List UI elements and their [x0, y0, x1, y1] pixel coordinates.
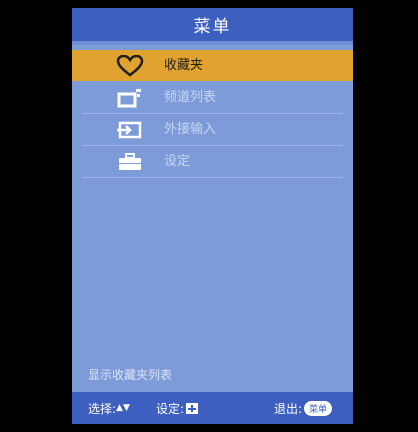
- footer-exit-hint: 退出: 菜单: [274, 392, 333, 424]
- menu-item-external-input[interactable]: 外接输入: [72, 114, 353, 146]
- menu-item-channel-list[interactable]: 频道列表: [72, 82, 353, 114]
- title-divider: [72, 41, 353, 45]
- ok-key-icon: [186, 402, 199, 414]
- menu-item-settings[interactable]: 设定: [72, 146, 353, 178]
- menu-item-label: 外接输入: [164, 122, 217, 137]
- channel-list-icon: [116, 86, 144, 110]
- toolbox-icon: [116, 150, 144, 174]
- select-label: 选择:: [88, 401, 117, 416]
- menu-title-text: 菜单: [193, 17, 232, 37]
- menu-list: 收藏夹 频道列表 外接输入 设定: [72, 50, 353, 178]
- menu-item-label: 设定: [164, 154, 191, 169]
- up-down-arrow-icon: ▲▼: [116, 403, 130, 413]
- footer-select-hint: 选择: ▲▼: [88, 392, 130, 424]
- menu-key-badge: 菜单: [304, 400, 333, 416]
- external-input-icon: [116, 118, 144, 142]
- footer-bar: 选择: ▲▼ 设定: 退出: 菜单: [72, 392, 353, 424]
- menu-item-label: 收藏夹: [164, 58, 204, 73]
- exit-label: 退出:: [274, 401, 303, 416]
- set-label: 设定:: [156, 401, 185, 416]
- footer-set-hint: 设定:: [156, 392, 199, 424]
- menu-item-favorites[interactable]: 收藏夹: [72, 50, 353, 81]
- menu-item-label: 频道列表: [164, 90, 217, 105]
- divider: [82, 177, 343, 178]
- menu-panel: 菜单 收藏夹 频道列表 外接输入 设定 显示收藏夹列表 选择: ▲▼ 设定: 退…: [72, 8, 353, 424]
- menu-title: 菜单: [72, 8, 353, 41]
- heart-icon: [116, 54, 144, 78]
- item-description: 显示收藏夹列表: [88, 368, 173, 382]
